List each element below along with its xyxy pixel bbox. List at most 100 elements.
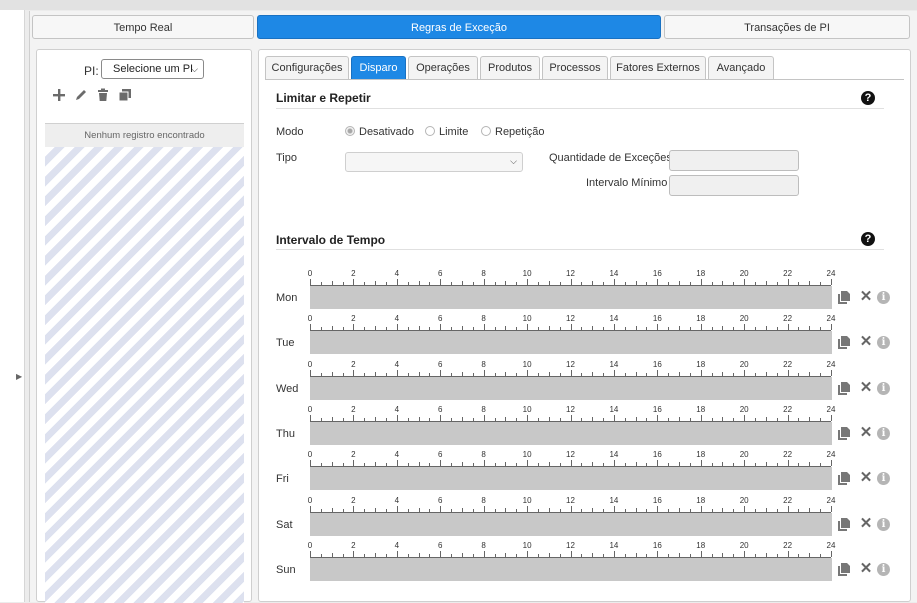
close-icon[interactable]: ✕ [859, 289, 873, 304]
copy-icon[interactable] [837, 517, 851, 531]
axis-tick [461, 371, 463, 376]
hour-label: 16 [652, 540, 662, 550]
tab-fatores-externos[interactable]: Fatores Externos [610, 56, 706, 80]
axis-tick [635, 371, 637, 376]
radio-limite[interactable]: Limite [425, 126, 468, 138]
tab-transacoes-de-pi[interactable]: Transações de PI [664, 15, 910, 39]
axis-tick [679, 371, 681, 376]
axis-tick [353, 279, 355, 285]
axis-tick [364, 327, 366, 331]
tab-operacoes[interactable]: Operações [408, 56, 478, 80]
axis-tick [613, 414, 615, 421]
axis-tick [581, 463, 583, 467]
day-time-bar[interactable] [310, 467, 832, 491]
copy-icon[interactable] [117, 88, 133, 104]
axis-tick [353, 324, 355, 331]
day-time-bar[interactable] [310, 421, 832, 445]
axis-tick [765, 552, 767, 557]
day-label: Sun [276, 563, 296, 576]
help-icon[interactable]: ? [861, 232, 875, 246]
day-time-bar[interactable] [310, 286, 832, 309]
info-icon[interactable]: i [877, 517, 890, 531]
close-icon[interactable]: ✕ [859, 470, 873, 485]
hour-label: 12 [566, 359, 575, 369]
axis-tick [700, 460, 702, 467]
tab-processos[interactable]: Processos [542, 56, 608, 80]
tab-regras-de-excecao[interactable]: Regras de Exceção [257, 15, 661, 39]
hour-label: 18 [696, 314, 706, 324]
empty-list-message: Nenhum registro encontrado [45, 123, 244, 148]
hour-label: 0 [307, 269, 313, 278]
axis-tick [353, 414, 355, 421]
axis-tick [776, 463, 778, 467]
close-icon[interactable]: ✕ [859, 425, 873, 440]
axis-tick [537, 553, 539, 557]
radio-indicator [425, 126, 435, 136]
tab-produtos[interactable]: Produtos [480, 56, 540, 80]
radio-repeticao[interactable]: Repetição [481, 126, 545, 138]
info-icon[interactable]: i [877, 381, 890, 395]
copy-icon[interactable] [837, 290, 851, 304]
qtd-excecoes-input[interactable] [669, 150, 799, 171]
close-icon[interactable]: ✕ [859, 561, 873, 576]
close-icon[interactable]: ✕ [859, 380, 873, 395]
day-time-bar[interactable] [310, 512, 832, 536]
axis-tick [809, 462, 811, 467]
copy-icon[interactable] [837, 335, 851, 350]
axis-tick [310, 460, 311, 467]
info-icon[interactable]: i [877, 336, 890, 350]
hour-label: 18 [696, 404, 706, 414]
info-icon[interactable]: i [877, 291, 890, 304]
axis-tick [711, 553, 713, 557]
axis-tick [418, 326, 420, 331]
tab-tempo-real[interactable]: Tempo Real [32, 15, 254, 39]
axis-tick [364, 282, 366, 285]
info-icon[interactable]: i [877, 562, 890, 576]
pencil-icon[interactable] [73, 88, 89, 104]
hour-label: 20 [739, 495, 749, 505]
axis-tick [396, 279, 398, 285]
axis-tick [494, 327, 496, 331]
copy-icon[interactable] [837, 562, 851, 576]
day-time-bar[interactable] [310, 557, 832, 581]
tab-avancado[interactable]: Avançado [708, 56, 774, 80]
hour-label: 18 [696, 269, 706, 278]
axis-tick [407, 417, 409, 421]
axis-tick [765, 507, 767, 512]
axis-tick [396, 324, 398, 331]
tipo-select[interactable]: ⌵ [345, 152, 523, 172]
help-icon[interactable]: ? [861, 91, 875, 105]
copy-icon[interactable] [837, 381, 851, 395]
hour-label: 2 [351, 314, 356, 324]
axis-tick [700, 550, 702, 557]
hour-label: 2 [351, 404, 356, 414]
axis-tick [548, 281, 550, 285]
axis-tick [592, 507, 594, 512]
trash-icon[interactable] [95, 88, 111, 104]
axis-tick [407, 282, 409, 285]
expand-arrow-icon[interactable]: ▶ [16, 372, 22, 381]
day-time-bar[interactable] [310, 331, 832, 355]
axis-tick [548, 416, 550, 421]
axis-tick [418, 552, 420, 557]
tab-configuracoes[interactable]: Configurações [265, 56, 349, 80]
plus-icon[interactable] [51, 88, 67, 104]
radio-desativado[interactable]: Desativado [345, 126, 414, 138]
hour-label: 0 [307, 450, 313, 460]
info-icon[interactable]: i [877, 472, 890, 486]
pi-select[interactable]: Selecione um PI ⌵ [101, 59, 204, 79]
copy-icon[interactable] [837, 471, 851, 486]
axis-tick [635, 462, 637, 467]
axis-tick [385, 553, 387, 557]
intervalo-minimo-input[interactable] [669, 175, 799, 196]
axis-tick [451, 553, 453, 557]
tab-disparo[interactable]: Disparo [351, 56, 406, 80]
close-icon[interactable]: ✕ [859, 334, 873, 349]
axis-tick [668, 553, 670, 557]
close-icon[interactable]: ✕ [859, 516, 873, 531]
hour-label: 4 [394, 540, 400, 550]
axis-tick [776, 553, 778, 557]
copy-icon[interactable] [837, 426, 851, 440]
day-time-bar[interactable] [310, 376, 832, 400]
info-icon[interactable]: i [877, 426, 890, 440]
